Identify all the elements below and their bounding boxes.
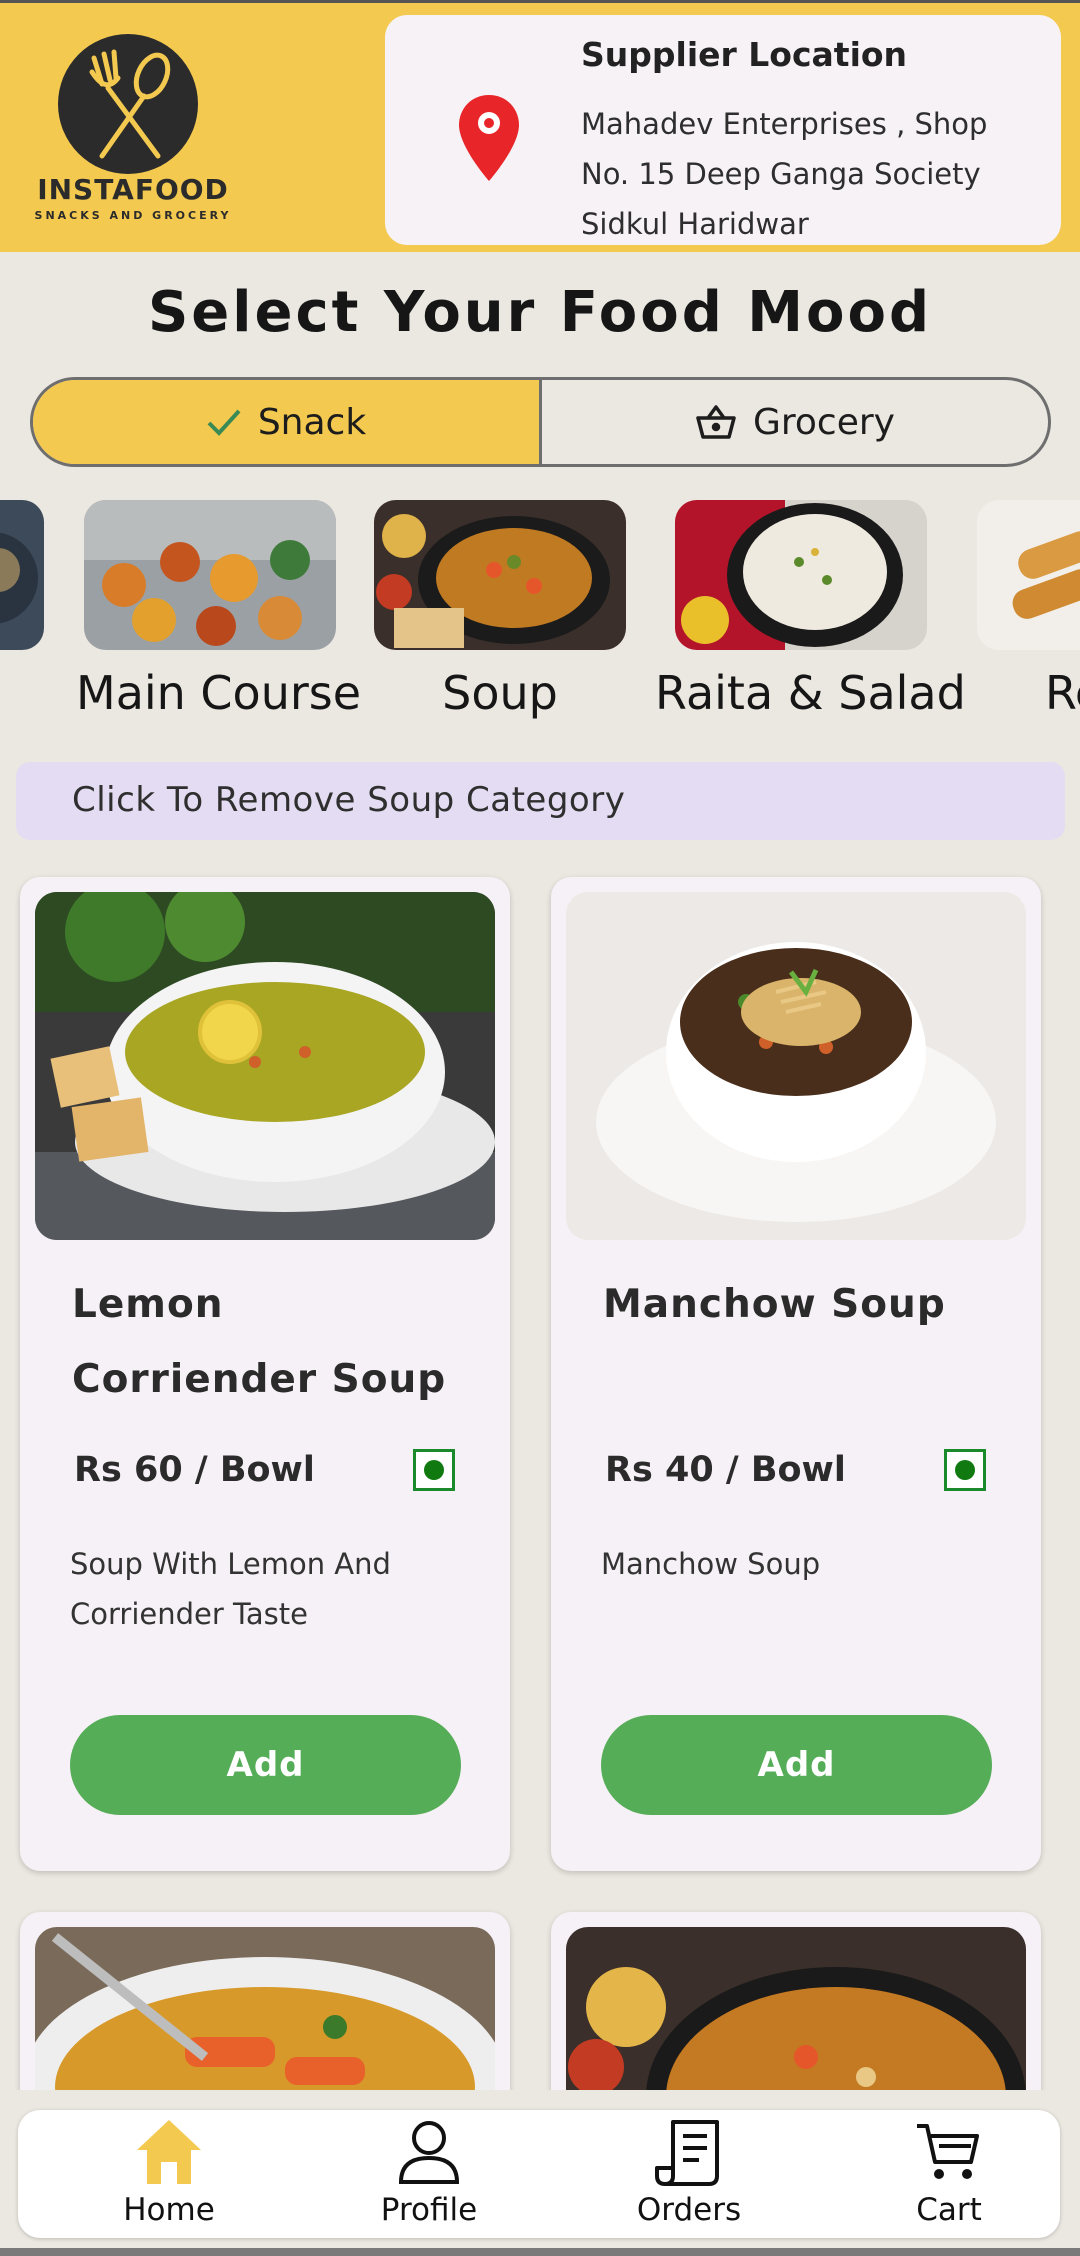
nav-item-cart[interactable]: Cart: [849, 2110, 1049, 2238]
product-name: Lemon Corriender Soup: [72, 1282, 447, 1402]
supplier-location-title: Supplier Location: [581, 35, 908, 74]
category-item-partial-left[interactable]: [0, 500, 44, 650]
add-to-cart-button[interactable]: Add: [601, 1715, 992, 1815]
profile-icon: [398, 2121, 460, 2184]
grocery-tab[interactable]: Grocery: [542, 380, 1048, 464]
logo-badge: [58, 34, 198, 174]
category-item-soup[interactable]: Soup: [374, 500, 626, 720]
snack-tab-label: Snack: [257, 401, 367, 443]
grocery-tab-label: Grocery: [753, 401, 895, 443]
snack-tab[interactable]: Snack: [33, 380, 542, 464]
location-pin-icon: [459, 95, 519, 181]
category-strip[interactable]: Main Course Soup Raita & Salad R: [0, 500, 1080, 730]
basket-icon: [695, 404, 737, 440]
header: INSTAFOOD SNACKS AND GROCERY Supplier Lo…: [0, 0, 1080, 252]
category-item-partial-right[interactable]: Re: [977, 500, 1080, 720]
remove-category-banner[interactable]: Click To Remove Soup Category: [16, 762, 1065, 840]
nav-item-home[interactable]: Home: [69, 2110, 269, 2238]
product-name: Manchow Soup: [603, 1282, 946, 1327]
fork-spoon-icon: [89, 49, 171, 159]
page-title: Select Your Food Mood: [147, 280, 933, 345]
home-icon: [137, 2120, 201, 2184]
add-to-cart-button[interactable]: Add: [70, 1715, 461, 1815]
nav-item-orders[interactable]: Orders: [589, 2110, 789, 2238]
checkmark-icon: [206, 407, 242, 437]
nav-label-profile: Profile: [380, 2192, 478, 2228]
category-image: [84, 500, 336, 650]
product-description: Soup With Lemon And Corriender Taste: [70, 1547, 391, 1631]
product-card: Lemon Corriender Soup Rs 60 / Bowl Soup …: [20, 877, 510, 1871]
category-item-main-course[interactable]: Main Course: [76, 500, 361, 720]
product-image: [566, 892, 1026, 1240]
supplier-address: Mahadev Enterprises , Shop No. 15 Deep G…: [581, 107, 988, 241]
supplier-location-card[interactable]: Supplier Location Mahadev Enterprises , …: [385, 15, 1061, 245]
category-image: [374, 500, 626, 650]
nav-label-orders: Orders: [636, 2192, 742, 2228]
nav-label-home: Home: [123, 2192, 215, 2228]
bottom-navigation: Home Profile Orders Cart: [18, 2110, 1060, 2238]
orders-receipt-icon: [655, 2120, 719, 2186]
bottom-nav-container: Home Profile Orders Cart: [0, 2090, 1080, 2256]
product-price: Rs 60 / Bowl: [74, 1450, 315, 1490]
remove-category-text: Click To Remove Soup Category: [72, 780, 626, 820]
category-item-raita-salad[interactable]: Raita & Salad: [655, 500, 966, 720]
nav-label-cart: Cart: [916, 2192, 982, 2228]
brand-name: INSTAFOOD: [37, 173, 229, 206]
category-image: [977, 500, 1080, 650]
brand-tagline: SNACKS AND GROCERY: [34, 209, 232, 222]
product-description: Manchow Soup: [601, 1547, 821, 1581]
category-label: Soup: [442, 666, 558, 720]
food-mode-toggle: Snack Grocery: [30, 377, 1051, 467]
nav-item-profile[interactable]: Profile: [329, 2110, 529, 2238]
veg-indicator-icon: [413, 1449, 455, 1491]
cart-icon: [917, 2124, 979, 2179]
instafood-logo: INSTAFOOD SNACKS AND GROCERY: [28, 31, 238, 231]
category-label: Re: [1045, 666, 1080, 720]
category-label: Main Course: [76, 666, 362, 720]
category-image: [675, 500, 927, 650]
category-image: [0, 500, 44, 650]
product-image: [35, 892, 495, 1240]
product-price: Rs 40 / Bowl: [605, 1450, 846, 1490]
category-label: Raita & Salad: [655, 666, 966, 720]
system-navigation-bar: [0, 2248, 1080, 2256]
veg-indicator-icon: [944, 1449, 986, 1491]
product-card: Manchow Soup Rs 40 / Bowl Manchow Soup A…: [551, 877, 1041, 1871]
